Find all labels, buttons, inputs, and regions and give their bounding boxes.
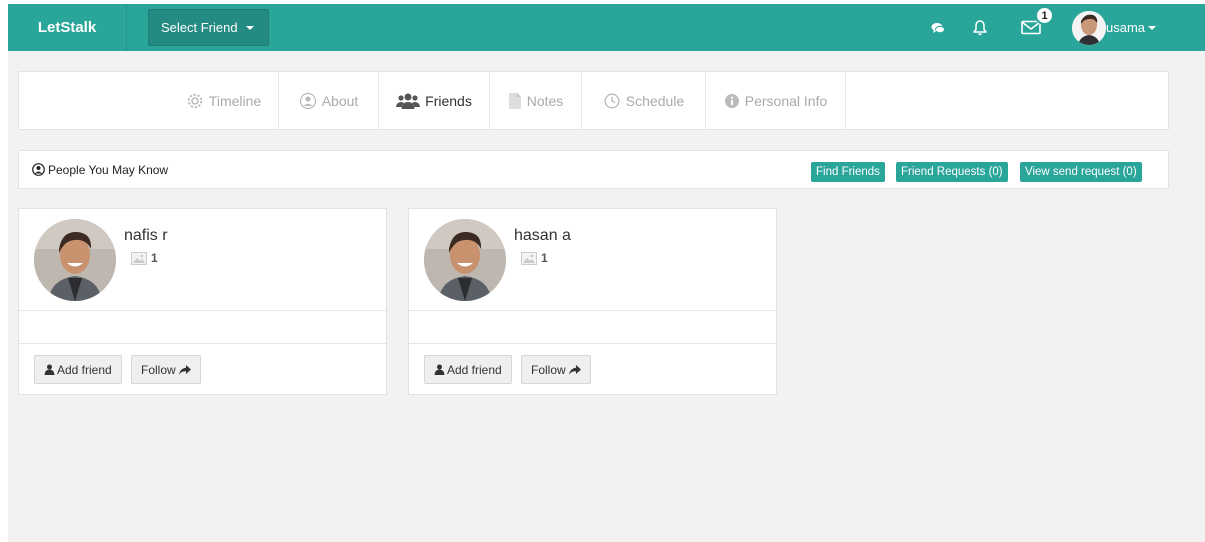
follow-button[interactable]: Follow: [521, 355, 591, 384]
friend-requests-button[interactable]: Friend Requests (0): [896, 162, 1008, 182]
card-divider-row: [409, 311, 776, 344]
share-icon: [568, 364, 581, 375]
section-title-text: People You May Know: [48, 162, 169, 177]
comments-icon[interactable]: [928, 4, 948, 51]
clock-icon: [604, 92, 620, 109]
bell-icon[interactable]: [969, 4, 991, 51]
tab-label: Friends: [425, 92, 472, 109]
tab-label: Schedule: [625, 92, 685, 109]
photo-count: 1: [131, 251, 158, 265]
friend-name[interactable]: nafis r: [124, 227, 168, 245]
user-icon: [44, 364, 55, 375]
tab-notes[interactable]: Notes: [490, 72, 582, 129]
friend-card: hasan a 1 Add friend Follow: [408, 208, 777, 395]
tab-about[interactable]: About: [279, 72, 379, 129]
user-icon: [434, 364, 445, 375]
profile-tabs: Timeline About Friends Notes Schedule Pe…: [18, 71, 1169, 130]
tab-label: About: [321, 92, 359, 109]
photo-count-value: 1: [151, 251, 158, 265]
image-icon: [131, 251, 147, 265]
caret-down-icon: [1148, 25, 1157, 30]
add-friend-label: Add friend: [57, 362, 112, 377]
brand-logo[interactable]: LetStalk: [8, 4, 127, 51]
view-sent-requests-button[interactable]: View send request (0): [1020, 162, 1142, 182]
user-circle-icon: [299, 92, 316, 109]
follow-label: Follow: [531, 362, 566, 377]
user-menu[interactable]: usama: [1072, 7, 1157, 48]
users-icon: [396, 93, 421, 109]
tab-label: Personal Info: [744, 92, 828, 109]
message-badge: 1: [1035, 6, 1054, 25]
info-icon: [724, 93, 739, 108]
top-navbar: LetStalk Select Friend 1 usama: [8, 4, 1205, 51]
photo-count-value: 1: [541, 251, 548, 265]
tab-label: Notes: [526, 92, 564, 109]
friend-name[interactable]: hasan a: [514, 227, 571, 245]
people-you-may-know-bar: People You May Know Find Friends Friend …: [18, 150, 1169, 189]
tab-timeline[interactable]: Timeline: [169, 72, 279, 129]
avatar[interactable]: [424, 219, 506, 301]
follow-label: Follow: [141, 362, 176, 377]
tab-friends[interactable]: Friends: [379, 72, 490, 129]
select-friend-label: Select Friend: [161, 20, 238, 35]
friend-card: nafis r 1 Add friend Follow: [18, 208, 387, 395]
image-icon: [521, 251, 537, 265]
gear-icon: [187, 93, 203, 108]
file-icon: [508, 92, 521, 109]
add-friend-button[interactable]: Add friend: [424, 355, 512, 384]
user-circle-icon: [32, 163, 45, 176]
app-shell: LetStalk Select Friend 1 usama Timeline: [8, 4, 1205, 542]
photo-count: 1: [521, 251, 548, 265]
tab-schedule[interactable]: Schedule: [582, 72, 706, 129]
card-divider-row: [19, 311, 386, 344]
section-title: People You May Know: [32, 151, 168, 188]
tab-personal-info[interactable]: Personal Info: [706, 72, 846, 129]
avatar: [1072, 10, 1106, 45]
add-friend-button[interactable]: Add friend: [34, 355, 122, 384]
username: usama: [1106, 20, 1146, 35]
avatar[interactable]: [34, 219, 116, 301]
find-friends-button[interactable]: Find Friends: [811, 162, 885, 182]
share-icon: [178, 364, 191, 375]
select-friend-dropdown[interactable]: Select Friend: [148, 9, 269, 46]
follow-button[interactable]: Follow: [131, 355, 201, 384]
caret-down-icon: [245, 25, 254, 30]
add-friend-label: Add friend: [447, 362, 502, 377]
tab-label: Timeline: [208, 92, 262, 109]
